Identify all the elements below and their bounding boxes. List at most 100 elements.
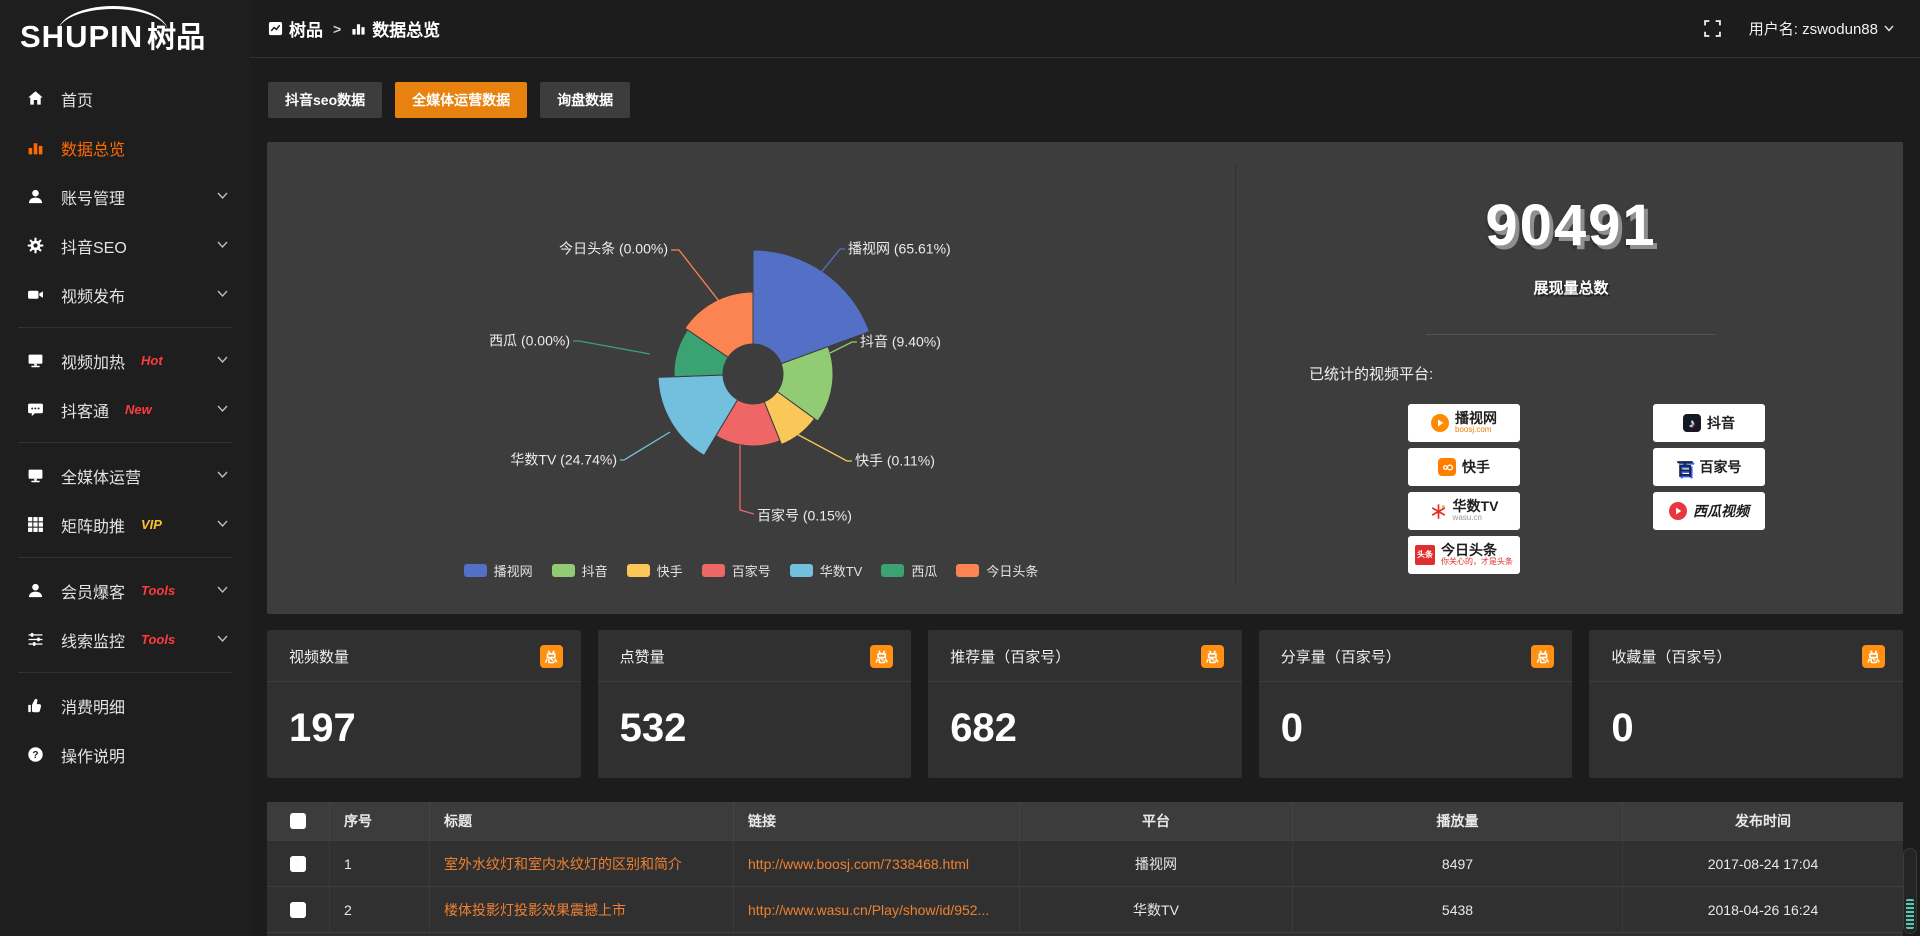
overview-panel: 播视网 (65.61%)抖音 (9.40%)快手 (0.11%)百家号 (0.1…	[267, 142, 1903, 614]
row-platform: 播视网	[1019, 841, 1292, 886]
sidebar-item-video-publish[interactable]: 视频发布	[0, 270, 250, 319]
row-checkbox[interactable]	[290, 856, 306, 872]
legend-item-抖音[interactable]: 抖音	[552, 561, 608, 580]
chevron-down-icon	[217, 241, 228, 249]
legend-swatch	[627, 564, 650, 577]
row-title-link[interactable]: 室外水纹灯和室内水纹灯的区别和简介	[429, 841, 733, 886]
platform-badge-douyin: ♪抖音	[1653, 404, 1765, 442]
videos-table: 序号标题链接平台播放量发布时间1室外水纹灯和室内水纹灯的区别和简介http://…	[267, 802, 1903, 936]
platform-grid: 播视网boosj.com快手华数TVwasu.cn头条今日头条你关心的，才是头条…	[1237, 404, 1905, 584]
row-num: 2	[329, 887, 429, 932]
platform-badge-kuaishou: 快手	[1408, 448, 1520, 486]
sidebar-item-clue-monitor[interactable]: 线索监控Tools	[0, 615, 250, 664]
header-link: 链接	[733, 802, 1019, 840]
legend-item-快手[interactable]: 快手	[627, 561, 683, 580]
breadcrumb-current[interactable]: 数据总览	[351, 16, 440, 41]
chevron-down-icon	[217, 405, 228, 413]
pie-leader-line	[819, 249, 845, 275]
report-icon	[268, 21, 283, 36]
row-time: 2018-04-26 16:24	[1622, 887, 1903, 932]
sidebar-item-consume-detail[interactable]: 消费明细	[0, 681, 250, 730]
douyin-logo-icon: ♪	[1683, 414, 1701, 432]
stat-card-header: 分享量（百家号）总	[1259, 630, 1573, 682]
chart-legend: 播视网抖音 快手 百家号华数TV 西瓜今日头条	[267, 561, 1235, 580]
tab-media-operation-data[interactable]: 全媒体运营数据	[395, 82, 527, 118]
platform-badge-boosj: 播视网boosj.com	[1408, 404, 1520, 442]
stat-card-label: 分享量（百家号）	[1281, 646, 1401, 667]
sidebar-item-video-heat[interactable]: 视频加热Hot	[0, 336, 250, 385]
breadcrumb-root[interactable]: 树品	[268, 16, 323, 41]
legend-item-西瓜[interactable]: 西瓜	[881, 561, 937, 580]
sidebar-item-account-manage[interactable]: 账号管理	[0, 172, 250, 221]
stat-card-label: 视频数量	[289, 646, 349, 667]
data-tabs: 抖音seo数据全媒体运营数据询盘数据	[268, 82, 1920, 118]
legend-item-今日头条[interactable]: 今日头条	[956, 561, 1038, 580]
tab-douyin-seo-data[interactable]: 抖音seo数据	[268, 82, 382, 118]
sidebar-item-label: 视频加热	[61, 349, 125, 373]
summary-panel: 90491 展现量总数 已统计的视频平台: 播视网boosj.com快手华数TV…	[1237, 142, 1905, 614]
platform-badge-baijiahao: 百百家号	[1653, 448, 1765, 486]
legend-label: 百家号	[732, 561, 771, 580]
chevron-down-icon	[217, 520, 228, 528]
pie-leader-line	[671, 250, 722, 305]
pie-slice-播视网[interactable]	[753, 250, 870, 364]
header-time: 发布时间	[1622, 802, 1903, 840]
chevron-down-icon	[1884, 25, 1894, 32]
scrollbar-thumb[interactable]	[1906, 899, 1914, 929]
legend-item-华数TV[interactable]: 华数TV	[790, 561, 863, 580]
platforms-title: 已统计的视频平台:	[1309, 363, 1905, 384]
sidebar-item-data-overview[interactable]: 数据总览	[0, 123, 250, 172]
sidebar-item-matrix-boost[interactable]: 矩阵助推VIP	[0, 500, 250, 549]
tab-inquiry-data[interactable]: 询盘数据	[540, 82, 630, 118]
sidebar-divider	[18, 672, 232, 673]
stat-card-value: 532	[598, 682, 912, 775]
row-checkbox[interactable]	[290, 902, 306, 918]
pie-label-百家号: 百家号 (0.15%)	[757, 508, 852, 524]
row-title-link[interactable]: 楼体投影灯投影效果震撼上市	[429, 887, 733, 932]
sidebar-item-member-baoke[interactable]: 会员爆客Tools	[0, 566, 250, 615]
scrollbar-track[interactable]	[1903, 848, 1917, 934]
sidebar-item-home[interactable]: 首页	[0, 74, 250, 123]
pie-leader-line	[620, 432, 670, 460]
topbar: 树品 > 数据总览 用户名: zswodun88	[250, 0, 1920, 58]
fullscreen-icon[interactable]	[1704, 20, 1721, 37]
sidebar-item-label: 矩阵助推	[61, 513, 125, 537]
sidebar-item-label: 账号管理	[61, 185, 125, 209]
sidebar-item-douyin-seo[interactable]: 抖音SEO	[0, 221, 250, 270]
sidebar-item-label: 线索监控	[61, 628, 125, 652]
legend-item-播视网[interactable]: 播视网	[464, 561, 533, 580]
user-menu[interactable]: 用户名: zswodun88	[1749, 18, 1894, 39]
sidebar-item-help[interactable]: ?操作说明	[0, 730, 250, 779]
pie-label-西瓜: 西瓜 (0.00%)	[489, 333, 570, 349]
sidebar-item-label: 全媒体运营	[61, 464, 141, 488]
stat-card-value: 682	[928, 682, 1242, 775]
user-icon	[27, 582, 44, 599]
legend-item-百家号[interactable]: 百家号	[702, 561, 771, 580]
stat-card-header: 推荐量（百家号）总	[928, 630, 1242, 682]
sidebar: SHUPIN树品 首页数据总览账号管理抖音SEO视频发布视频加热Hot抖客通Ne…	[0, 0, 250, 936]
row-url-link[interactable]: http://www.boosj.com/7338468.html	[733, 841, 1019, 886]
row-url-link[interactable]: http://www.wasu.cn/Play/show/id/952...	[733, 887, 1019, 932]
pie-slice-华数TV[interactable]	[658, 375, 737, 455]
summary-divider	[1426, 334, 1716, 335]
row-plays: 5438	[1292, 887, 1622, 932]
sliders-icon	[27, 631, 44, 648]
thumb-icon	[27, 697, 44, 714]
sidebar-divider	[18, 442, 232, 443]
platform-badge-toutiao: 头条今日头条你关心的，才是头条	[1408, 536, 1520, 574]
stat-card-header: 视频数量 总	[267, 630, 581, 682]
select-all-checkbox[interactable]	[290, 813, 306, 829]
sidebar-item-label: 操作说明	[61, 743, 125, 767]
legend-label: 快手	[657, 561, 683, 580]
sidebar-item-media-operation[interactable]: 全媒体运营	[0, 451, 250, 500]
user-icon	[27, 188, 44, 205]
legend-swatch	[790, 564, 813, 577]
video-icon	[27, 286, 44, 303]
sidebar-item-doukertong[interactable]: 抖客通New	[0, 385, 250, 434]
chevron-down-icon	[217, 290, 228, 298]
select-all-cell	[267, 802, 329, 840]
monitor-icon	[27, 467, 44, 484]
legend-swatch	[702, 564, 725, 577]
total-badge: 总	[540, 645, 563, 668]
toutiao-logo-icon: 头条	[1415, 545, 1435, 565]
